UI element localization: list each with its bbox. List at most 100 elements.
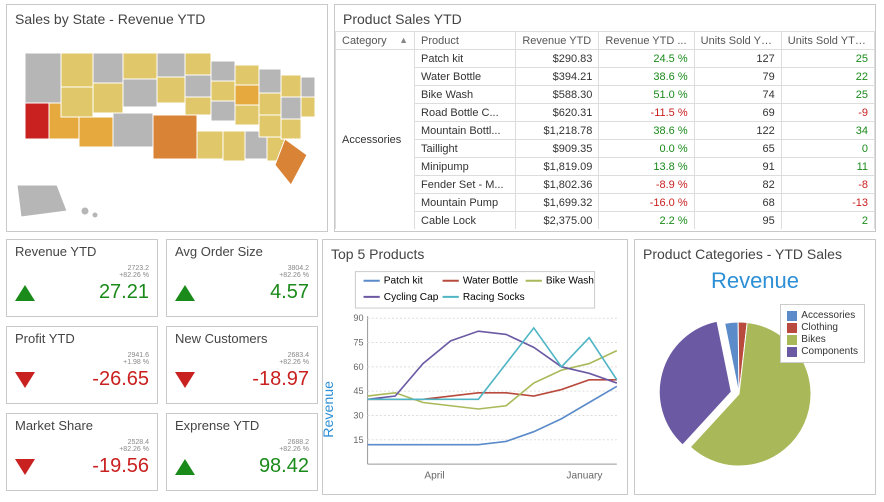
- cell: 95: [694, 212, 781, 230]
- cell: Water Bottle: [415, 68, 516, 86]
- trend-up-icon: [175, 459, 195, 475]
- kpi-title: Exprense YTD: [175, 418, 309, 433]
- cell: 25: [781, 50, 874, 68]
- kpi-title: Market Share: [15, 418, 149, 433]
- cell: Mountain Bottl...: [415, 122, 516, 140]
- svg-text:15: 15: [353, 435, 363, 445]
- cell: -8.9 %: [599, 176, 694, 194]
- us-map[interactable]: [7, 31, 327, 229]
- table-row[interactable]: Taillight$909.350.0 %650: [336, 140, 875, 158]
- svg-text:Water Bottle: Water Bottle: [463, 276, 519, 287]
- cell: 82: [694, 176, 781, 194]
- category-cell: Accessories: [336, 50, 415, 230]
- kpi-value: 27.21: [99, 281, 149, 304]
- cell: 34: [781, 122, 874, 140]
- top-5-products-panel: Top 5 Products Patch kitWater BottleBike…: [322, 239, 628, 495]
- series-line: [368, 351, 617, 409]
- legend-item[interactable]: Accessories: [787, 310, 858, 321]
- table-row[interactable]: Road Bottle C...$620.31-11.5 %69-9: [336, 104, 875, 122]
- cell: Cable Lock: [415, 212, 516, 230]
- product-categories-panel: Product Categories - YTD Sales Revenue A…: [634, 239, 876, 495]
- cell: -13: [781, 194, 874, 212]
- cell: -9: [781, 104, 874, 122]
- cell: 51.0 %: [599, 86, 694, 104]
- kpi-card[interactable]: New Customers2683.4+82.26 %-18.97: [166, 326, 318, 404]
- trend-up-icon: [15, 285, 35, 301]
- svg-text:Racing Socks: Racing Socks: [463, 292, 525, 303]
- cell: Road Bottle C...: [415, 104, 516, 122]
- kpi-card[interactable]: Profit YTD 2941.6+1.98 % -26.65: [6, 326, 158, 404]
- cell: $588.30: [516, 86, 599, 104]
- cell: 0.0 %: [599, 140, 694, 158]
- kpi-value: -26.65: [92, 368, 149, 391]
- table-row[interactable]: AccessoriesPatch kit$290.8324.5 %12725: [336, 50, 875, 68]
- pie-center-label: Revenue: [635, 268, 875, 294]
- cell: 24.5 %: [599, 50, 694, 68]
- cell: Taillight: [415, 140, 516, 158]
- cell: $620.31: [516, 104, 599, 122]
- column-header[interactable]: Units Sold YTD: [694, 32, 781, 50]
- cell: $909.35: [516, 140, 599, 158]
- cell: 74: [694, 86, 781, 104]
- cell: 25: [781, 86, 874, 104]
- table-row[interactable]: Bike Wash$588.3051.0 %7425: [336, 86, 875, 104]
- cell: 22: [781, 68, 874, 86]
- pie-legend: AccessoriesClothingBikesComponents: [780, 304, 865, 363]
- table-row[interactable]: Mountain Pump$1,699.32-16.0 %68-13: [336, 194, 875, 212]
- legend-swatch: [787, 347, 797, 357]
- kpi-card[interactable]: Market Share2528.4+82.26 %-19.56: [6, 413, 158, 491]
- cell: 91: [694, 158, 781, 176]
- table-row[interactable]: Cable Lock$2,375.002.2 %952: [336, 212, 875, 230]
- cell: $1,218.78: [516, 122, 599, 140]
- table-header-row[interactable]: Category▲ProductRevenue YTDRevenue YTD .…: [336, 32, 875, 50]
- kpi-subtext: 2941.6+1.98 %: [15, 352, 149, 366]
- kpi-card[interactable]: Avg Order Size3804.2+82.26 %4.57: [166, 239, 318, 317]
- cell: $1,819.09: [516, 158, 599, 176]
- cell: 79: [694, 68, 781, 86]
- svg-text:75: 75: [353, 338, 363, 348]
- table-row[interactable]: Water Bottle$394.2138.6 %7922: [336, 68, 875, 86]
- column-header[interactable]: Units Sold YTD ...: [781, 32, 874, 50]
- column-header[interactable]: Revenue YTD ...: [599, 32, 694, 50]
- cell: $2,375.00: [516, 212, 599, 230]
- table-row[interactable]: Minipump$1,819.0913.8 %9111: [336, 158, 875, 176]
- cell: 11: [781, 158, 874, 176]
- table-scroll[interactable]: Category▲ProductRevenue YTDRevenue YTD .…: [335, 31, 875, 229]
- column-header[interactable]: Category▲: [336, 32, 415, 50]
- kpi-title: Revenue YTD: [15, 244, 149, 259]
- kpi-title: Profit YTD: [15, 331, 149, 346]
- svg-text:Patch kit: Patch kit: [384, 276, 423, 287]
- cell: Bike Wash: [415, 86, 516, 104]
- column-header[interactable]: Product: [415, 32, 516, 50]
- table-row[interactable]: Fender Set - M...$1,802.36-8.9 %82-8: [336, 176, 875, 194]
- cell: 122: [694, 122, 781, 140]
- kpi-value: 4.57: [270, 281, 309, 304]
- sort-asc-icon: ▲: [399, 35, 408, 45]
- line-chart[interactable]: Patch kitWater BottleBike WashCycling Ca…: [323, 266, 627, 492]
- product-sales-panel: Product Sales YTD Category▲ProductRevenu…: [334, 4, 876, 232]
- kpi-card[interactable]: Exprense YTD2688.2+82.26 %98.42: [166, 413, 318, 491]
- legend-item[interactable]: Components: [787, 346, 858, 357]
- cell: 2: [781, 212, 874, 230]
- cell: $394.21: [516, 68, 599, 86]
- kpi-title: Avg Order Size: [175, 244, 309, 259]
- cell: Patch kit: [415, 50, 516, 68]
- table-row[interactable]: Mountain Bottl...$1,218.7838.6 %12234: [336, 122, 875, 140]
- cell: 38.6 %: [599, 122, 694, 140]
- legend-item[interactable]: Clothing: [787, 322, 858, 333]
- product-sales-table[interactable]: Category▲ProductRevenue YTDRevenue YTD .…: [335, 31, 875, 229]
- trend-down-icon: [15, 372, 35, 388]
- legend-swatch: [787, 311, 797, 321]
- cell: -11.5 %: [599, 104, 694, 122]
- cell: 68: [694, 194, 781, 212]
- cell: -8: [781, 176, 874, 194]
- svg-text:30: 30: [353, 411, 363, 421]
- legend-item[interactable]: Bikes: [787, 334, 858, 345]
- kpi-card[interactable]: Revenue YTD2723.2+82.26 %27.21: [6, 239, 158, 317]
- kpi-title: New Customers: [175, 331, 309, 346]
- kpi-value: -19.56: [92, 455, 149, 478]
- x-tick: January: [566, 470, 603, 481]
- series-line: [368, 328, 617, 399]
- legend-swatch: [787, 323, 797, 333]
- column-header[interactable]: Revenue YTD: [516, 32, 599, 50]
